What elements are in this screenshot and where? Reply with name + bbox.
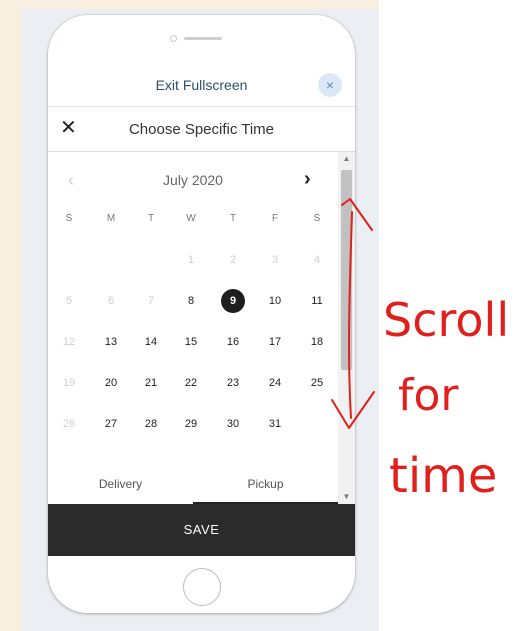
calendar-day[interactable]: 10	[260, 288, 290, 314]
home-button	[183, 568, 221, 606]
camera-dot	[170, 35, 177, 42]
calendar-day[interactable]: 27	[96, 411, 126, 437]
calendar-day: 6	[107, 295, 115, 307]
calendar-day[interactable]: 31	[260, 411, 290, 437]
calendar-day[interactable]: 23	[218, 370, 248, 396]
weekday-label: M	[106, 213, 116, 224]
calendar-day: 7	[147, 295, 155, 307]
calendar-day[interactable]: 28	[136, 411, 166, 437]
calendar-grid: S M T W T F S 1 2 3 4 5 6 7 8 9 10 11 12 13 14 15 16 17 18 19 20 21…	[48, 206, 338, 452]
tab-pickup[interactable]: Pickup	[193, 464, 338, 504]
annotation-canvas	[379, 0, 519, 631]
tab-delivery[interactable]: Delivery	[48, 464, 193, 504]
phone-frame: Exit Fullscreen × ✕ Choose Specific Time…	[48, 15, 355, 613]
scrollbar[interactable]: ▲ ▼	[338, 152, 355, 504]
calendar-day: 2	[229, 254, 237, 266]
calendar-day[interactable]: 16	[218, 329, 248, 355]
calendar-day[interactable]: 18	[302, 329, 332, 355]
calendar-day[interactable]: 8	[176, 288, 206, 314]
calendar-day[interactable]: 17	[260, 329, 290, 355]
weekday-label: S	[65, 213, 73, 224]
scroll-up-icon[interactable]: ▲	[338, 152, 355, 166]
preview-stage: Exit Fullscreen × ✕ Choose Specific Time…	[22, 9, 379, 631]
exit-fullscreen-link[interactable]: Exit Fullscreen	[48, 77, 355, 93]
modal-header: ✕ Choose Specific Time	[48, 107, 355, 152]
calendar-day-selected[interactable]: 9	[218, 288, 248, 314]
month-navigation: ‹ July 2020 ›	[48, 152, 338, 206]
calendar-week-row: 12 13 14 15 16 17 18	[48, 329, 338, 355]
calendar-week-row: 19 20 21 22 23 24 25	[48, 370, 338, 396]
calendar-day: 1	[187, 254, 195, 266]
weekday-label: W	[186, 213, 196, 224]
weekday-label: T	[147, 213, 155, 224]
calendar-day[interactable]: 21	[136, 370, 166, 396]
calendar-day[interactable]: 20	[96, 370, 126, 396]
calendar-day[interactable]: 14	[136, 329, 166, 355]
calendar-day[interactable]: 29	[176, 411, 206, 437]
exit-fullscreen-close-icon[interactable]: ×	[318, 73, 342, 97]
fulfillment-tabs: Delivery Pickup	[48, 464, 338, 504]
exit-fullscreen-row: Exit Fullscreen ×	[48, 63, 355, 107]
calendar-day: 19	[62, 377, 76, 389]
weekday-header-row: SMTWTFS	[48, 206, 338, 232]
time-picker-scroll-area[interactable]: ‹ July 2020 › S M T W T F S 1 2 3 4 5 6 7 8 9 10 11 12 13 14…	[48, 152, 338, 504]
calendar-day: 4	[313, 254, 321, 266]
calendar-day[interactable]: 11	[302, 288, 332, 314]
calendar-day[interactable]: 13	[96, 329, 126, 355]
calendar-week-row: 1 2 3 4	[48, 247, 338, 273]
calendar-week-row: 26 27 28 29 30 31	[48, 411, 338, 437]
speaker-bar	[184, 37, 222, 40]
calendar-day[interactable]: 30	[218, 411, 248, 437]
calendar-week-row: 5 6 7 8 9 10 11	[48, 288, 338, 314]
month-label: July 2020	[163, 172, 223, 188]
weekday-label: F	[271, 213, 279, 224]
modal-title: Choose Specific Time	[128, 121, 275, 138]
chevron-right-icon[interactable]: ›	[304, 168, 311, 191]
weekday-label: T	[229, 213, 237, 224]
calendar-day[interactable]: 24	[260, 370, 290, 396]
save-button[interactable]: SAVE	[48, 504, 355, 556]
calendar-day[interactable]: 22	[176, 370, 206, 396]
calendar-day: 3	[271, 254, 279, 266]
weekday-label: S	[313, 213, 321, 224]
calendar-day[interactable]: 25	[302, 370, 332, 396]
calendar-day: 26	[62, 418, 76, 430]
calendar-day[interactable]: 15	[176, 329, 206, 355]
scroll-down-icon[interactable]: ▼	[338, 490, 355, 504]
calendar-day: 5	[65, 295, 73, 307]
scrollbar-thumb[interactable]	[341, 170, 352, 370]
calendar-day: 12	[62, 336, 76, 348]
